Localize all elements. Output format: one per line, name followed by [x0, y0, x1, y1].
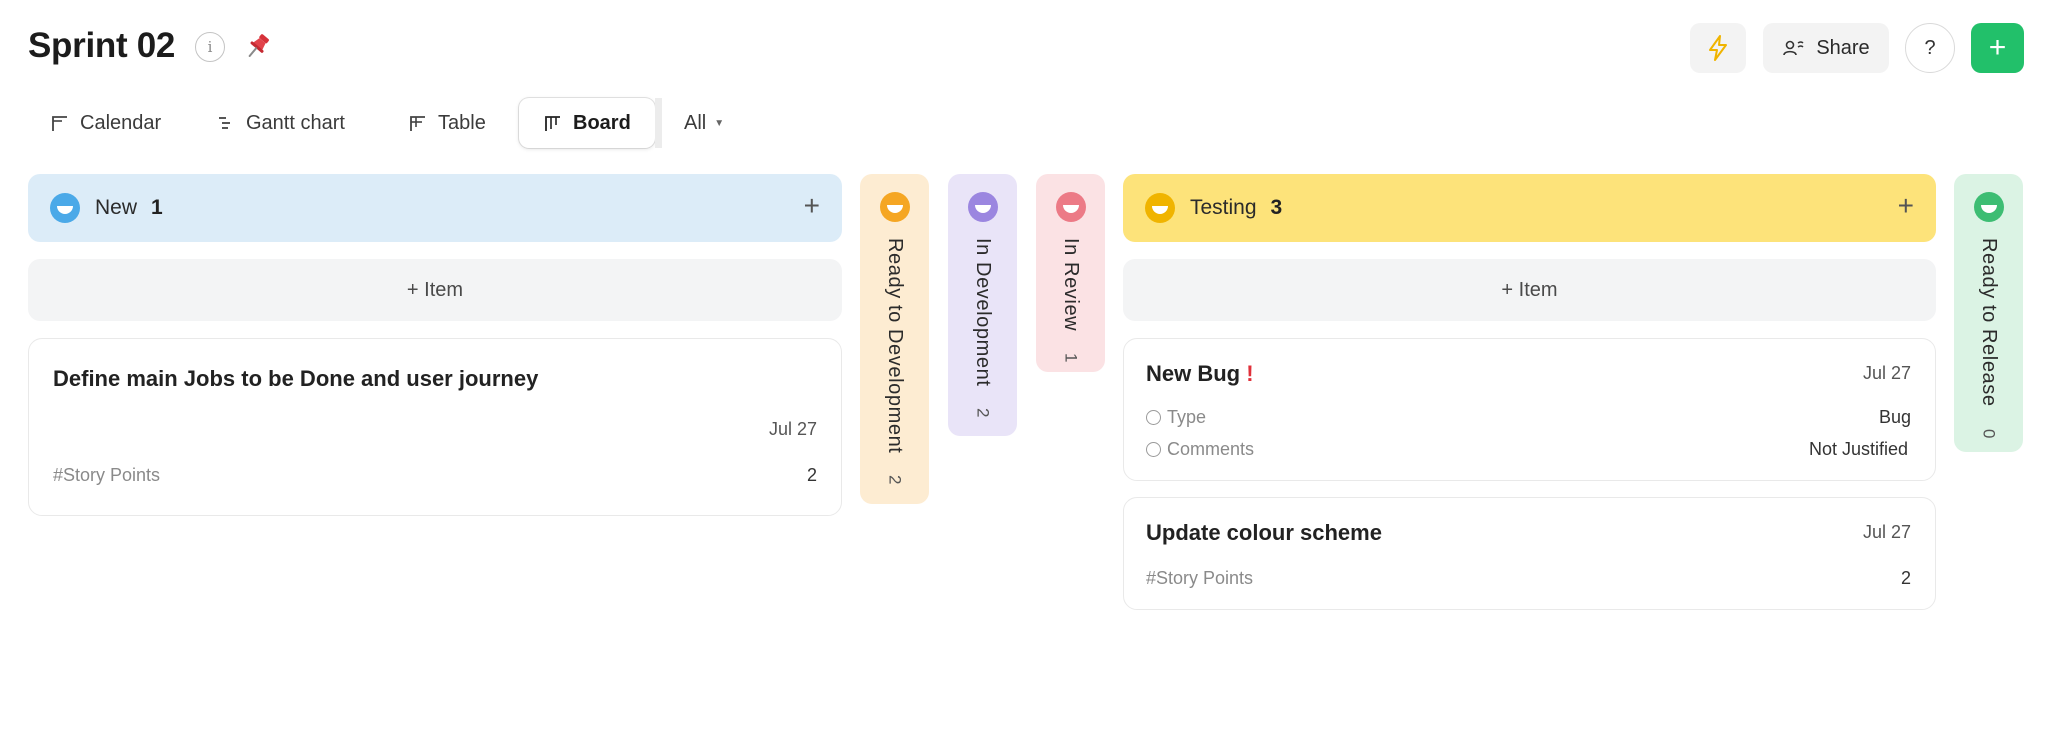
column-name: Testing: [1190, 196, 1257, 219]
column-ready-to-development[interactable]: Ready to Development 2: [860, 174, 929, 504]
card-title-text: New Bug: [1146, 361, 1241, 386]
comments-value: Not Justified: [1808, 439, 1908, 459]
card-date: Jul 27: [1862, 522, 1911, 542]
tab-table[interactable]: Table: [408, 98, 486, 148]
card-update-colour-scheme[interactable]: Update colour scheme Jul 27 #Story Point…: [1123, 497, 1936, 610]
card-title: Update colour scheme: [1146, 520, 1382, 545]
card-title: Define main Jobs to be Done and user jou…: [53, 366, 539, 391]
add-item-button[interactable]: + Item: [1123, 259, 1936, 321]
tab-calendar[interactable]: Calendar: [50, 98, 161, 148]
status-icon: [50, 193, 80, 223]
column-in-review[interactable]: In Review 1: [1036, 174, 1105, 372]
priority-icon: !: [1246, 361, 1254, 386]
comments-property: Comments: [1146, 439, 1254, 460]
add-card-icon[interactable]: +: [1898, 192, 1914, 220]
automation-button[interactable]: [1690, 23, 1746, 73]
column-name: Ready to Development: [884, 238, 906, 454]
property-label: Type: [1167, 407, 1207, 427]
column-count: 1: [151, 196, 163, 219]
column-count: 2: [973, 408, 993, 418]
tab-label: Board: [573, 111, 631, 134]
column-name: In Development: [972, 238, 994, 387]
column-count: 1: [1061, 353, 1081, 363]
help-button[interactable]: ?: [1905, 23, 1955, 73]
circle-icon: [1146, 442, 1161, 457]
share-users-icon: [1783, 40, 1804, 56]
tab-label: Calendar: [80, 111, 162, 134]
add-item-button[interactable]: + Item: [28, 259, 842, 321]
column-header-new[interactable]: New 1 +: [28, 174, 842, 242]
share-label: Share: [1816, 36, 1870, 59]
page-title: Sprint 02: [28, 26, 176, 65]
column-in-development[interactable]: In Development 2: [948, 174, 1017, 436]
column-ready-to-release[interactable]: Ready to Release 0: [1954, 174, 2023, 452]
chevron-down-icon: ▼: [714, 117, 725, 129]
status-icon: [1973, 192, 2004, 222]
tab-gantt-chart[interactable]: Gantt chart: [216, 98, 345, 148]
lightning-icon: [1709, 35, 1727, 61]
column-count: 2: [885, 475, 905, 485]
column-header-testing[interactable]: Testing 3 +: [1123, 174, 1936, 242]
circle-icon: [1146, 410, 1161, 425]
property-label: Comments: [1167, 439, 1255, 459]
table-icon: [410, 116, 425, 131]
share-button[interactable]: Share: [1763, 23, 1889, 73]
board-page: Sprint 02 i Share ? + Calendar Gantt cha…: [0, 0, 2048, 739]
story-points-value: 2: [1900, 568, 1911, 588]
board-icon: [545, 116, 560, 131]
add-card-icon[interactable]: +: [804, 192, 820, 220]
column-count: 3: [1270, 196, 1283, 219]
card-date: Jul 27: [1862, 363, 1911, 383]
tab-filter-all[interactable]: All ▼: [684, 98, 724, 148]
type-value: Bug: [1878, 407, 1911, 427]
tab-label: Gantt chart: [246, 111, 345, 134]
gantt-icon: [219, 117, 230, 129]
card-new-bug[interactable]: New Bug ! Jul 27 Type Bug Comments Not J…: [1123, 338, 1936, 481]
status-icon: [1055, 192, 1086, 222]
status-icon: [1145, 193, 1175, 223]
add-button[interactable]: +: [1971, 23, 2024, 73]
story-points-label: #Story Points: [53, 465, 161, 485]
info-icon[interactable]: i: [195, 32, 225, 62]
column-name: In Review: [1060, 238, 1082, 332]
tab-label: Table: [438, 111, 486, 134]
column-name: Ready to Release: [1978, 238, 2000, 407]
status-icon: [879, 192, 910, 222]
column-count: 0: [1979, 428, 1999, 439]
type-property: Type: [1146, 407, 1206, 428]
status-icon: [967, 192, 998, 222]
card-title: New Bug !: [1146, 361, 1254, 387]
card-define-jobs[interactable]: Define main Jobs to be Done and user jou…: [28, 338, 842, 516]
story-points-value: 2: [806, 465, 817, 485]
pin-icon[interactable]: [242, 30, 274, 62]
tab-divider: [655, 98, 662, 148]
tab-board[interactable]: Board: [519, 98, 655, 148]
calendar-icon: [52, 116, 67, 131]
tab-label: All: [684, 111, 707, 134]
story-points-label: #Story Points: [1146, 568, 1254, 588]
card-date: Jul 27: [768, 419, 817, 439]
column-name: New: [95, 196, 138, 219]
